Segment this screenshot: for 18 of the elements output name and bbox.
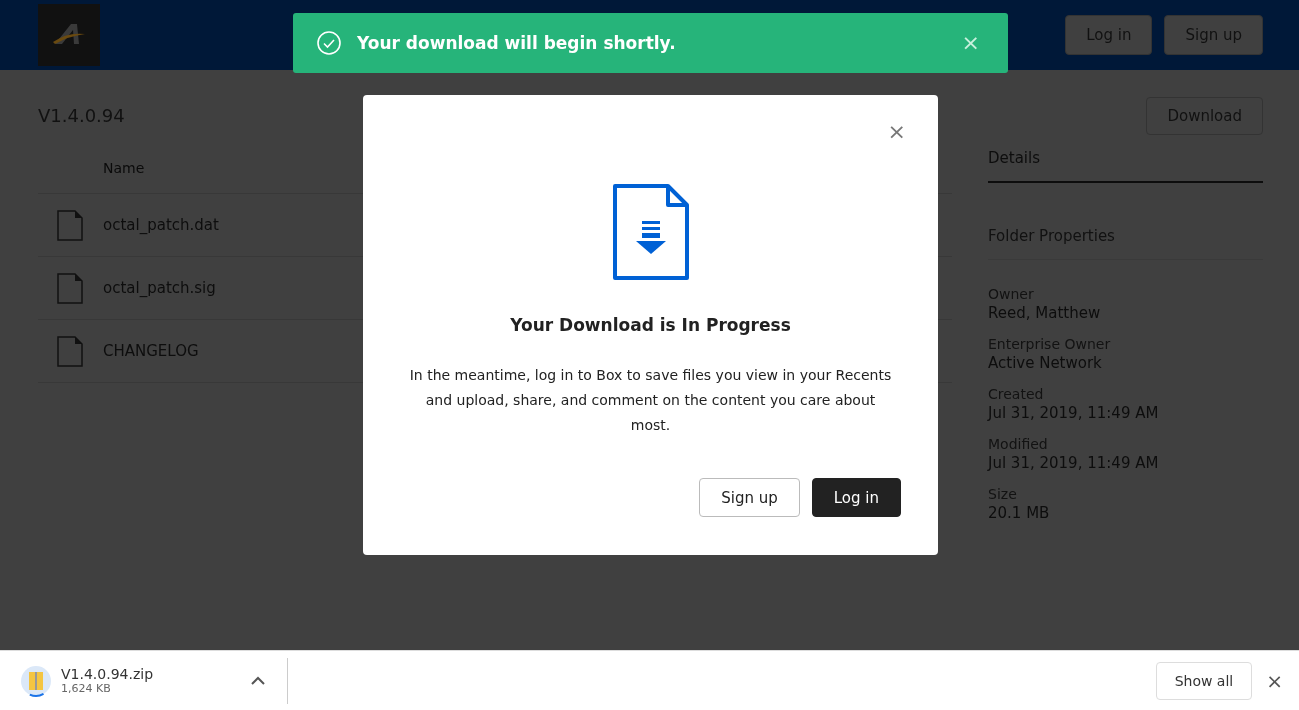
show-all-button[interactable]: Show all	[1155, 661, 1253, 700]
caret-icon[interactable]	[251, 676, 265, 685]
close-button[interactable]: ×	[883, 121, 910, 143]
modal-title: Your Download is In Progress	[510, 315, 791, 335]
toast-message: Your download will begin shortly.	[357, 33, 677, 53]
file-icon	[57, 209, 83, 241]
login-button[interactable]: Log in	[811, 478, 901, 517]
logo-icon	[38, 4, 100, 66]
file-icon	[57, 335, 83, 367]
file-name: V1.4.0.94.zip	[61, 666, 155, 682]
signup-button[interactable]: Sign up	[699, 478, 800, 517]
modal-text: In the meantime, log in to Box to save files you view in your Recents and upload, share, and comment on the content you care about most.	[408, 366, 893, 435]
close-button[interactable]: ×	[1262, 670, 1287, 691]
close-button[interactable]: ×	[957, 32, 984, 54]
file-size: 1,624 KB	[61, 682, 112, 695]
file-icon	[57, 272, 83, 304]
check-circle-icon	[317, 31, 341, 55]
file-download-icon	[611, 183, 690, 281]
